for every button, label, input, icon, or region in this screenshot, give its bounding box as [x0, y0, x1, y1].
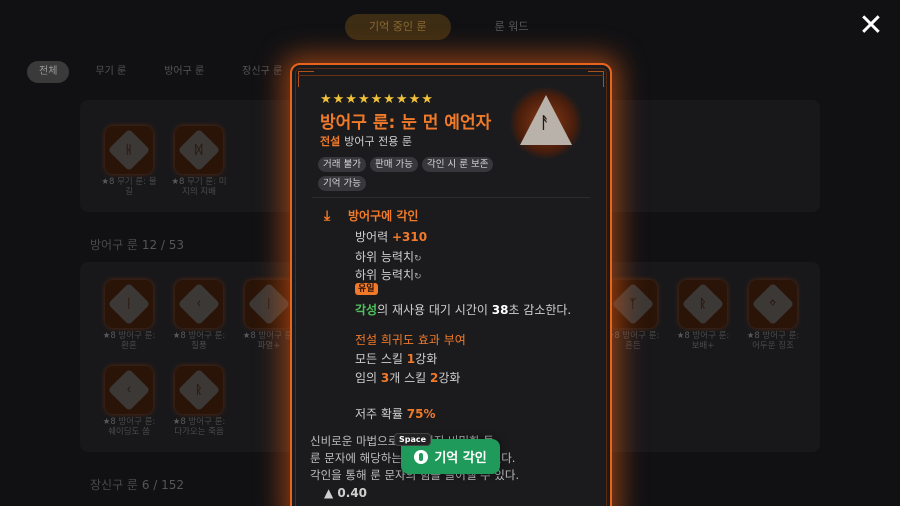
defense-stat: 방어력 +310	[355, 230, 428, 244]
sub-stat: 하위 능력치↻	[355, 268, 422, 282]
rune-card[interactable]: ᚺ ★8 무기 룬: 불길	[98, 126, 160, 197]
rune-card[interactable]: ᚱ ★8 방어구 룬: 보배+	[672, 280, 734, 351]
rune-icon: ᛁ	[105, 280, 153, 328]
divider	[312, 197, 590, 198]
tag: 판매 가능	[369, 157, 418, 172]
rune-label: ★8 무기 룬: 미지의 지배	[171, 177, 227, 197]
unique-effect: 각성의 재사용 대기 시간이 38초 감소한다.	[355, 303, 572, 317]
rune-card[interactable]: ᚲ ★8 방어구 룬: 질풍	[168, 280, 230, 351]
rune-stone-icon: ᚨ	[510, 87, 582, 159]
filter-armor[interactable]: 방어구 룬	[152, 61, 216, 83]
rune-label: ★8 무기 룬: 불길	[101, 177, 157, 197]
engrave-heading: ⤓ 방어구에 각인	[324, 207, 419, 224]
space-key-hint: Space	[394, 433, 432, 446]
reroll-icon: ↻	[414, 272, 422, 282]
star-rating: ★★★★★★★★★	[320, 92, 434, 107]
rune-label: ★8 방어구 룬: 보배+	[676, 331, 730, 351]
tab-rune-words[interactable]: 룬 워드	[471, 14, 553, 40]
rune-icon: ᛉ	[609, 280, 657, 328]
rune-title: 방어구 룬: 눈 먼 예언자	[320, 113, 492, 133]
rune-icon: ᚲ	[105, 366, 153, 414]
rune-type: 방어구 전용 룬	[344, 135, 412, 148]
tag: 기억 가능	[318, 176, 366, 191]
sub-stat: 하위 능력치↻	[355, 250, 422, 264]
curse-chance: 저주 확률 75%	[355, 407, 436, 421]
filter-accessory[interactable]: 장신구 룬	[230, 61, 294, 83]
tag: 거래 불가	[318, 157, 366, 172]
rune-card[interactable]: ᚲ ★8 방어구 룬: 쉐이딩도 쏨	[98, 366, 160, 437]
rune-subtitle: 전설 방어구 전용 룬	[320, 133, 412, 149]
rune-label: ★8 방어구 룬: 어두운 징조	[746, 331, 800, 351]
top-tabs: 기억 중인 룬 룬 워드	[345, 14, 552, 40]
rune-card[interactable]: ᛁ ★8 방어구 룬: 환혼	[98, 280, 160, 351]
section-title-armor: 방어구 룬 12 / 53	[90, 238, 185, 252]
section-title-accessory: 장신구 룬 6 / 152	[90, 478, 185, 492]
rune-icon: ᛁ	[245, 280, 293, 328]
unique-badge: 유일	[355, 283, 378, 295]
filter-weapon[interactable]: 무기 룬	[83, 61, 138, 83]
tab-remembered-runes[interactable]: 기억 중인 룬	[345, 14, 451, 40]
rune-label: ★8 방어구 룬: 다가오는 죽음	[172, 417, 226, 437]
rune-card[interactable]: ᚱ ★8 방어구 룬: 다가오는 죽음	[168, 366, 230, 437]
rune-card[interactable]: ᛞ ★8 무기 룬: 미지의 지배	[168, 126, 230, 197]
frame-corner	[588, 71, 604, 87]
legend-effect: 모든 스킬 1강화	[355, 352, 438, 366]
rune-label: ★8 방어구 룬: 쉐이딩도 쏨	[102, 417, 156, 437]
rune-icon: ᚱ	[175, 366, 223, 414]
legend-effect-heading: 전설 희귀도 효과 부여	[355, 333, 466, 347]
tag-list: 거래 불가 판매 가능 각인 시 룬 보존 기억 가능	[318, 157, 498, 191]
filter-bar: 전체 무기 룬 방어구 룬 장신구 룬	[27, 61, 294, 83]
rune-icon: ᛞ	[175, 126, 223, 174]
frame-line	[298, 75, 604, 76]
rune-icon: ᚲ	[175, 280, 223, 328]
legend-effect: 임의 3개 스킬 2강화	[355, 371, 461, 385]
frame-corner	[298, 71, 314, 87]
reroll-icon: ↻	[414, 254, 422, 264]
rune-icon: ᚺ	[105, 126, 153, 174]
rune-label: ★8 방어구 룬: 환혼	[102, 331, 156, 351]
close-icon[interactable]: ✕	[858, 11, 884, 41]
rune-card[interactable]: ᛜ ★8 방어구 룬: 어두운 징조	[742, 280, 804, 351]
tag: 각인 시 룬 보존	[421, 157, 494, 172]
rune-icon: ᛜ	[749, 280, 797, 328]
rune-action-icon	[414, 449, 429, 464]
filter-all[interactable]: 전체	[27, 61, 70, 83]
download-icon: ⤓	[324, 207, 331, 224]
rune-label: ★8 방어구 룬: 질풍	[172, 331, 226, 351]
rune-icon: ᚱ	[679, 280, 727, 328]
grade-label: 전설	[320, 135, 341, 148]
price: ▲ 0.40	[324, 486, 368, 500]
